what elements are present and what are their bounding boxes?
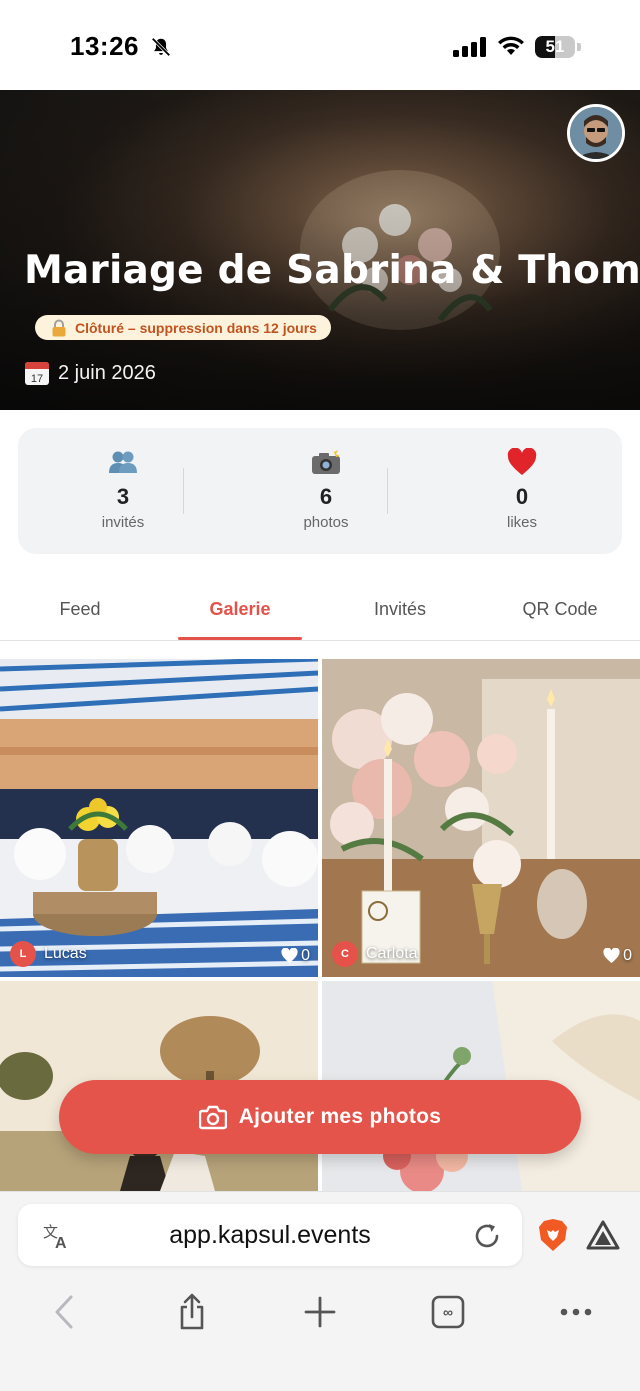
people-icon [109,451,137,473]
status-badge: Clôturé – suppression dans 12 jours [35,315,331,340]
heart-icon [281,948,298,963]
stats-card: 3 invités 6 photos 0 likes [18,428,622,554]
camera-icon [198,1105,227,1130]
divider [387,468,388,514]
wifi-icon [498,36,524,55]
new-tab-button[interactable] [298,1290,342,1334]
user-avatar[interactable] [567,104,625,162]
camera-flash-icon [312,448,340,474]
like-count: 0 [301,947,310,964]
share-button[interactable] [170,1290,214,1334]
gallery-photo[interactable]: L Lucas 0 [0,659,318,977]
rewards-triangle-icon[interactable] [586,1220,620,1250]
like-button[interactable]: 0 [281,947,310,965]
browser-toolbar: 文 A app.kapsul.events ∞ [0,1191,640,1391]
tab-qr-code[interactable]: QR Code [480,585,640,633]
add-photos-button[interactable]: Ajouter mes photos [59,1080,581,1154]
stat-value: 6 [319,484,333,509]
browser-nav: ∞ [0,1290,640,1334]
event-cover: Mariage de Sabrina & Thomas Clôturé – su… [0,90,640,410]
tabs-button[interactable]: ∞ [426,1290,470,1334]
tab-feed[interactable]: Feed [0,585,160,633]
share-icon [180,1293,204,1330]
reload-icon[interactable] [472,1221,502,1251]
signal-icon [453,37,486,57]
more-icon [560,1308,592,1316]
battery-icon: 51 [535,36,581,58]
photo-author: L Lucas [10,941,87,967]
event-date: 17 2 juin 2026 [24,360,156,386]
event-date-text: 2 juin 2026 [58,361,156,384]
address-bar[interactable]: 文 A app.kapsul.events [18,1204,522,1266]
stat-label: invités [101,514,145,531]
like-count: 0 [623,947,632,964]
svg-text:∞: ∞ [443,1304,453,1320]
more-button[interactable] [554,1290,598,1334]
stat-label: likes [506,514,537,531]
status-bar: 13:26 51 [0,0,640,90]
stat-photos: 6 photos [226,446,426,531]
stat-value: 3 [116,484,130,509]
event-title: Mariage de Sabrina & Thomas [24,248,640,293]
calendar-day: 17 [31,373,43,385]
like-button[interactable]: 0 [603,947,632,965]
heart-icon [603,948,620,963]
stat-label: photos [303,514,349,531]
stat-value: 0 [515,484,529,509]
heart-icon [507,448,537,475]
author-avatar: C [332,941,358,967]
author-avatar: L [10,941,36,967]
brave-lion-icon[interactable] [538,1218,568,1252]
photo-author: C Carlota [332,941,418,967]
status-time: 13:26 [70,31,139,61]
add-photos-label: Ajouter mes photos [238,1105,442,1128]
active-tab-indicator [178,637,302,640]
stat-likes: 0 likes [422,446,622,531]
url-text: app.kapsul.events [169,1221,371,1249]
battery-level: 51 [545,37,565,56]
author-name: Lucas [44,945,87,962]
divider [183,468,184,514]
author-name: Carlota [366,945,418,962]
tab-gallery[interactable]: Galerie [160,585,320,633]
tab-bar: Feed Galerie Invités QR Code [0,585,640,641]
back-button[interactable] [42,1290,86,1334]
back-icon [55,1295,73,1329]
new-tab-icon [304,1296,336,1328]
tab-guests[interactable]: Invités [320,585,480,633]
tabs-icon: ∞ [431,1295,465,1329]
status-badge-label: Clôturé – suppression dans 12 jours [75,319,317,336]
lock-icon [52,319,66,336]
bell-slash-icon [151,37,171,57]
calendar-icon: 17 [25,362,49,385]
gallery-photo[interactable]: C Carlota 0 [322,659,640,977]
stat-guests: 3 invités [23,446,223,531]
